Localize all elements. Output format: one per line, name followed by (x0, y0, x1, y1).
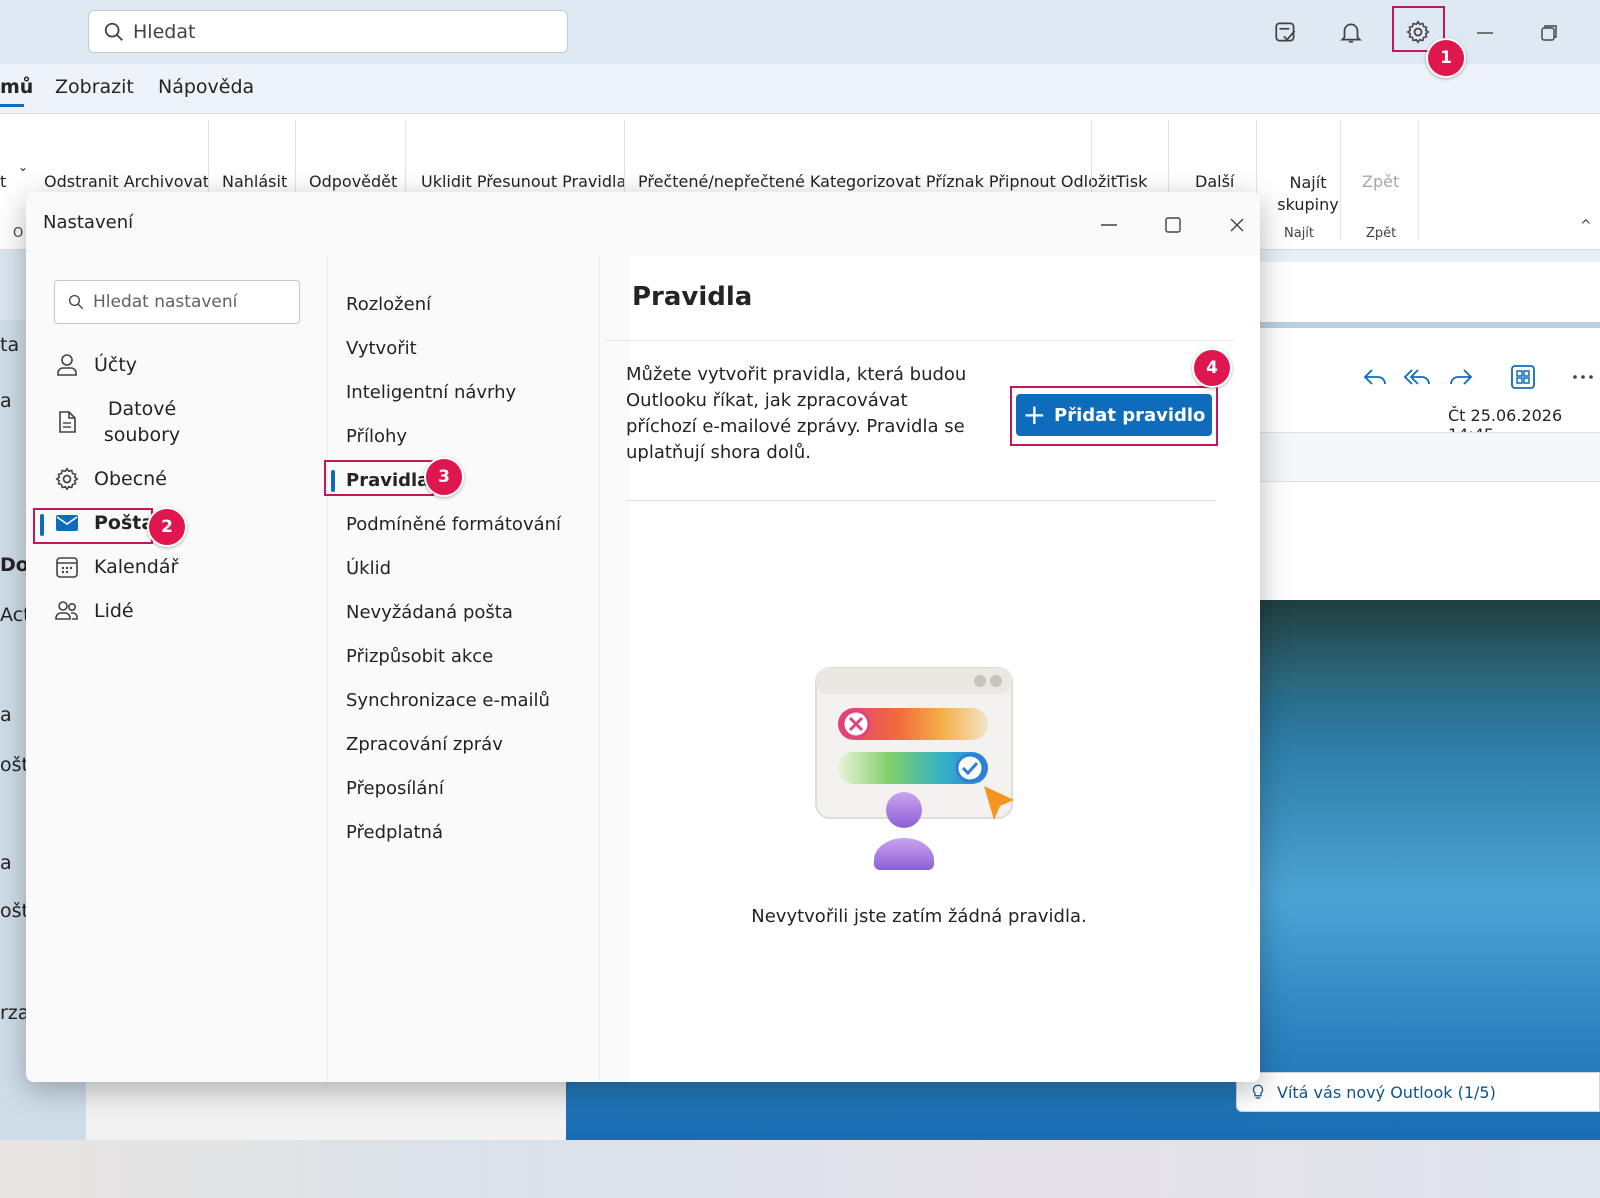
search-placeholder: Hledat (133, 20, 196, 43)
ribbon-print[interactable]: Tisk (1116, 172, 1147, 191)
forward-icon[interactable] (1446, 362, 1476, 392)
ribbon-delete-archive[interactable]: Odstranit Archivovat (44, 172, 209, 191)
ribbon-undo[interactable]: Zpět (1362, 172, 1399, 191)
welcome-banner[interactable]: Vítá vás nový Outlook (1/5) (1236, 1072, 1600, 1112)
folder-fragment[interactable]: a (0, 704, 12, 726)
reply-icon[interactable] (1360, 362, 1390, 392)
chevron-up-icon[interactable]: ^ (1580, 218, 1592, 234)
welcome-text: Vítá vás nový Outlook (1/5) (1277, 1082, 1496, 1102)
ribbon-find-groups[interactable]: Najít skupiny (1268, 172, 1348, 216)
folder-fragment[interactable]: ta (0, 334, 19, 356)
notifications-button[interactable] (1333, 14, 1369, 50)
ribbon-report[interactable]: Nahlásit (222, 172, 287, 191)
ribbon-read-categorize-flag[interactable]: Přečtené/nepřečtené Kategorizovat Přízna… (638, 172, 1117, 191)
settings-dialog: Nastavení (26, 192, 1260, 1082)
reading-pane-bar (1260, 432, 1600, 482)
lightbulb-icon (1252, 1084, 1264, 1099)
settings-content-pane (630, 256, 1260, 1082)
restore-icon[interactable] (1534, 18, 1564, 48)
dialog-close-button[interactable] (1222, 210, 1252, 240)
menu-help[interactable]: Nápověda (158, 76, 254, 98)
menu-bar: mů Zobrazit Nápověda (0, 64, 1600, 114)
ribbon-undo-group-label: Zpět (1366, 226, 1397, 241)
notes-button[interactable] (1268, 14, 1304, 50)
settings-categories-pane (26, 256, 328, 1082)
notes-icon (1275, 22, 1296, 42)
dialog-title: Nastavení (43, 212, 134, 233)
ribbon-separator (1418, 120, 1419, 240)
ribbon-find-group-label: Najít (1284, 226, 1315, 241)
folder-fragment[interactable]: a (0, 852, 12, 874)
reading-pane-header (1260, 262, 1600, 328)
chevron-down-icon[interactable]: ⌄ (18, 160, 28, 174)
minimize-icon[interactable] (1470, 18, 1500, 48)
search-icon (104, 22, 123, 41)
menu-view[interactable]: Zobrazit (55, 76, 134, 98)
menu-home[interactable]: mů (0, 76, 33, 98)
background-photo-trees (1260, 600, 1600, 690)
close-icon (1230, 218, 1244, 232)
reply-all-icon[interactable] (1402, 362, 1432, 392)
search-input[interactable]: Hledat (88, 10, 568, 53)
apps-icon[interactable] (1508, 362, 1538, 392)
ribbon-more[interactable]: Další (1195, 172, 1234, 191)
maximize-icon (1165, 217, 1181, 233)
ribbon-reply[interactable]: Odpovědět (309, 172, 397, 191)
dialog-minimize-button[interactable] (1094, 210, 1124, 240)
ribbon-clipped-group-label: O (13, 226, 24, 241)
settings-subcategories-pane (328, 256, 600, 1082)
taskbar (0, 1140, 1600, 1198)
more-icon[interactable] (1568, 362, 1598, 392)
ribbon-separator (1340, 120, 1341, 240)
bell-icon (1340, 23, 1362, 43)
ribbon-clipped-label[interactable]: t (0, 172, 6, 191)
marker-1: 1 (1426, 38, 1466, 78)
folder-fragment[interactable]: a (0, 390, 12, 412)
ribbon-sweep-move-rules[interactable]: Uklidit Přesunout Pravidla (421, 172, 626, 191)
dialog-maximize-button[interactable] (1158, 210, 1188, 240)
minimize-icon (1101, 224, 1117, 226)
menu-active-indicator (0, 104, 24, 107)
